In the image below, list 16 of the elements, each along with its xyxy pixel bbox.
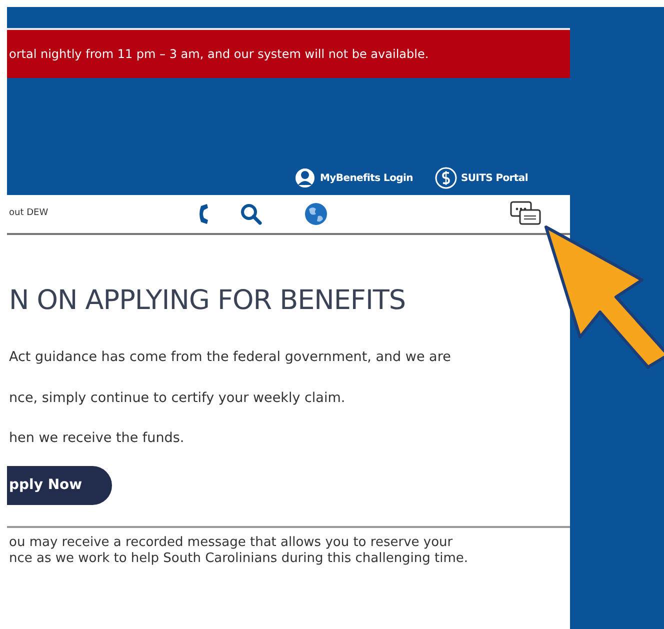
chat-icon[interactable] (510, 201, 542, 227)
notice-text: ou may receive a recorded message that allows you to reserve your (9, 535, 454, 552)
apply-button[interactable]: pply Now (7, 466, 112, 506)
notice-text: nce as we work to help South Carolinians during this challenging time. (9, 551, 470, 568)
nav-link[interactable]: out DEW (9, 207, 48, 221)
search-icon[interactable] (240, 203, 262, 225)
user-icon (294, 167, 316, 189)
body-text: Act guidance has come from the federal government, and we are (9, 348, 452, 368)
globe-icon[interactable] (304, 202, 328, 226)
dollar-icon (434, 167, 457, 189)
body-text: nce, simply continue to certify your weekly claim. (9, 388, 346, 408)
header-link[interactable]: MyBenefits Login (320, 170, 413, 186)
header-link[interactable]: SUITS Portal (460, 170, 528, 186)
alert-text: ortal nightly from 11 pm – 3 am, and our system will not be available. (9, 46, 429, 63)
body-text: hen we receive the funds. (9, 428, 186, 448)
page-heading: N ON APPLYING FOR BENEFITS (9, 285, 407, 318)
